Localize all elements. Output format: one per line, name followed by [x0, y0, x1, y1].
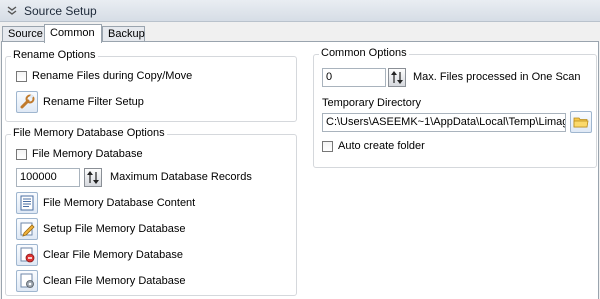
browse-folder-button[interactable]	[570, 111, 592, 133]
clear-database-icon	[20, 247, 35, 263]
rename-files-checkbox[interactable]	[16, 71, 27, 82]
max-files-input[interactable]: 0	[322, 68, 386, 87]
temp-dir-label: Temporary Directory	[322, 97, 422, 109]
rename-filter-setup-button[interactable]	[16, 91, 38, 113]
database-content-icon	[20, 195, 34, 211]
title-bar: Source Setup	[0, 0, 600, 22]
spin-arrows-icon	[87, 171, 99, 184]
common-options-legend: Common Options	[319, 47, 409, 59]
tab-bar: Source Common Backup	[0, 24, 600, 43]
tab-common[interactable]: Common	[44, 24, 102, 43]
file-memory-db-content-label: File Memory Database Content	[43, 197, 196, 209]
clean-file-memory-db-button[interactable]	[16, 270, 38, 292]
collapse-chevron-icon[interactable]	[5, 4, 19, 18]
window-title: Source Setup	[24, 4, 97, 18]
clean-database-gear-icon	[20, 273, 34, 288]
spin-arrows-icon	[391, 71, 403, 84]
file-memory-db-label: File Memory Database	[32, 148, 143, 160]
clear-file-memory-db-label: Clear File Memory Database	[43, 249, 183, 261]
rename-filter-setup-label: Rename Filter Setup	[43, 96, 144, 108]
max-db-records-label: Maximum Database Records	[110, 171, 252, 183]
auto-create-folder-label: Auto create folder	[338, 140, 425, 152]
file-memory-db-legend: File Memory Database Options	[11, 127, 167, 139]
temp-dir-input[interactable]: C:\Users\ASEEMK~1\AppData\Local\Temp\Lim…	[322, 113, 566, 132]
wrench-icon	[20, 94, 35, 109]
tab-backup[interactable]: Backup	[102, 26, 145, 42]
file-memory-db-content-button[interactable]	[16, 192, 38, 214]
setup-file-memory-db-button[interactable]	[16, 218, 38, 240]
clean-file-memory-db-label: Clean File Memory Database	[43, 275, 186, 287]
common-tab-panel: Rename Options Rename Files during Copy/…	[1, 41, 599, 299]
clear-file-memory-db-button[interactable]	[16, 244, 38, 266]
common-options-group: Common Options 0 Max. Files processed in…	[313, 47, 597, 168]
max-files-label: Max. Files processed in One Scan	[413, 71, 581, 83]
auto-create-folder-checkbox[interactable]	[322, 141, 333, 152]
setup-file-memory-db-label: Setup File Memory Database	[43, 223, 186, 235]
file-memory-db-group: File Memory Database Options File Memory…	[5, 127, 297, 296]
max-db-records-spinner[interactable]	[84, 168, 102, 187]
max-files-spinner[interactable]	[388, 68, 406, 87]
rename-options-group: Rename Options Rename Files during Copy/…	[5, 49, 297, 122]
folder-icon	[573, 117, 589, 128]
edit-pencil-icon	[20, 222, 35, 237]
rename-options-legend: Rename Options	[11, 49, 98, 61]
max-db-records-input[interactable]: 100000	[16, 168, 80, 187]
file-memory-db-checkbox[interactable]	[16, 149, 27, 160]
tab-source[interactable]: Source	[2, 26, 45, 42]
rename-files-label: Rename Files during Copy/Move	[32, 70, 193, 82]
